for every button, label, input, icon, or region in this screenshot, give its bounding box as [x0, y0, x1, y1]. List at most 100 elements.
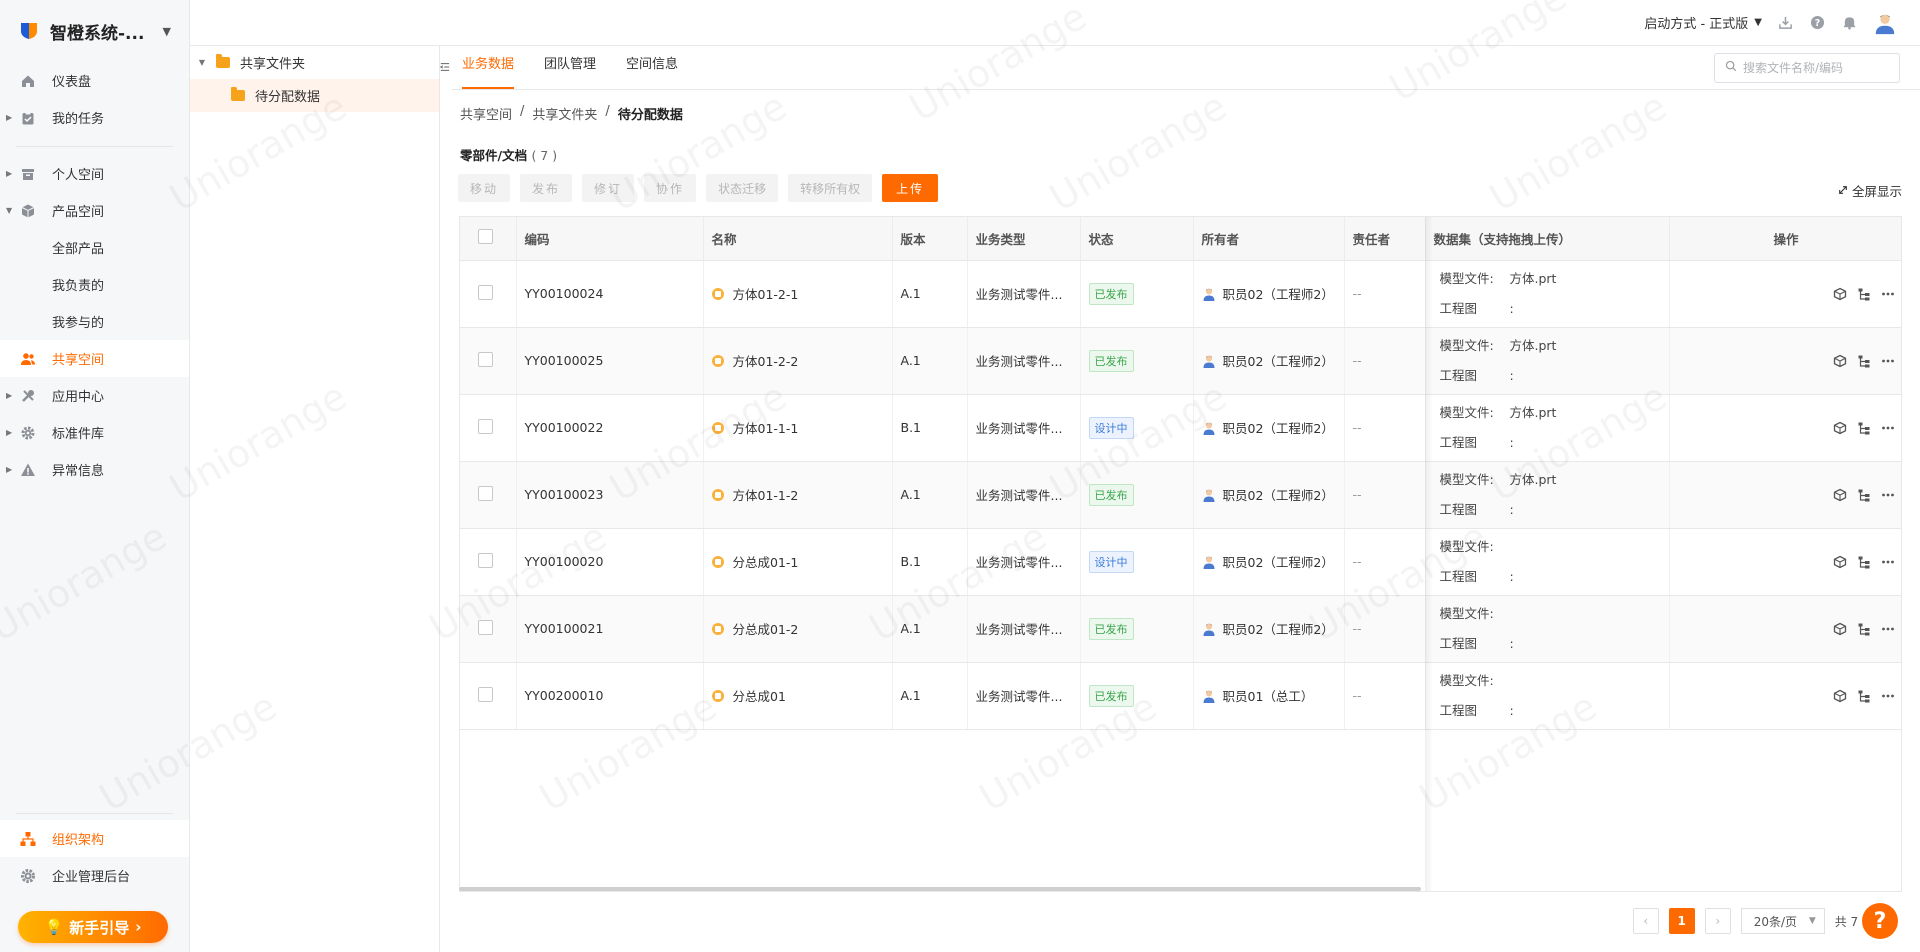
more-icon[interactable]: [1881, 622, 1895, 636]
more-icon[interactable]: [1881, 287, 1895, 301]
structure-tree-icon[interactable]: [1857, 555, 1871, 569]
nav-item-shared-space[interactable]: 共享空间: [0, 340, 189, 377]
part-name[interactable]: 分总成01: [733, 689, 786, 704]
table-row[interactable]: YY00100022 方体01-1-1 B.1 业务测试零件... 设计中 职员…: [460, 394, 1901, 462]
row-checkbox[interactable]: [478, 619, 493, 635]
nav-item-exceptions[interactable]: ▶ 异常信息: [0, 451, 189, 488]
part-name[interactable]: 方体01-2-1: [733, 287, 799, 302]
cell-name[interactable]: 分总成01-2: [703, 595, 893, 663]
cell-dataset[interactable]: 模型文件: 方体.prt 工程图:: [1425, 327, 1670, 395]
horizontal-scrollbar[interactable]: [459, 887, 1421, 891]
row-checkbox[interactable]: [478, 686, 493, 702]
cell-name[interactable]: 方体01-1-1: [703, 394, 893, 462]
nav-item-dashboard[interactable]: 仪表盘: [0, 62, 189, 99]
launch-mode-dropdown[interactable]: 启动方式 - 正式版 ▼: [1644, 13, 1762, 32]
caret-down-icon[interactable]: ▼: [163, 25, 171, 38]
cube-view-icon[interactable]: [1833, 287, 1847, 301]
beginner-guide-button[interactable]: 💡 新手引导 ›: [18, 911, 168, 943]
table-row[interactable]: YY00100023 方体01-1-2 A.1 业务测试零件... 已发布 职员…: [460, 461, 1901, 529]
column-header-type[interactable]: 业务类型: [967, 217, 1081, 261]
nav-item-standard-parts[interactable]: ▶ 标准件库: [0, 414, 189, 451]
cell-name[interactable]: 方体01-2-2: [703, 327, 893, 395]
cube-view-icon[interactable]: [1833, 488, 1847, 502]
help-icon[interactable]: ?: [1808, 14, 1826, 32]
row-checkbox[interactable]: [478, 485, 493, 501]
expand-arrow-icon[interactable]: ▶: [6, 428, 12, 437]
row-checkbox[interactable]: [478, 418, 493, 434]
help-float-button[interactable]: ?: [1862, 903, 1898, 939]
tree-node-shared-folder[interactable]: ▼ 共享文件夹: [190, 46, 439, 79]
cell-name[interactable]: 方体01-2-1: [703, 260, 893, 328]
tab-space-info[interactable]: 空间信息: [626, 45, 678, 89]
structure-tree-icon[interactable]: [1857, 488, 1871, 502]
expand-arrow-icon[interactable]: ▶: [6, 465, 12, 474]
column-header-code[interactable]: 编码: [516, 217, 704, 261]
brand-switcher[interactable]: 智橙系统-... ▼: [0, 0, 189, 62]
publish-button[interactable]: 发布: [520, 174, 573, 202]
structure-tree-icon[interactable]: [1857, 689, 1871, 703]
column-header-assignee[interactable]: 责任者: [1344, 217, 1426, 261]
more-icon[interactable]: [1881, 488, 1895, 502]
more-icon[interactable]: [1881, 555, 1895, 569]
nav-item-org-structure[interactable]: 组织架构: [0, 820, 189, 857]
nav-sub-all-products[interactable]: 全部产品: [0, 229, 189, 266]
cube-view-icon[interactable]: [1833, 421, 1847, 435]
cell-dataset[interactable]: 模型文件: 工程图:: [1425, 528, 1670, 596]
collapse-arrow-icon[interactable]: ▼: [6, 206, 12, 215]
nav-item-enterprise-admin[interactable]: 企业管理后台: [0, 857, 189, 894]
part-name[interactable]: 分总成01-1: [733, 555, 799, 570]
row-checkbox[interactable]: [478, 284, 493, 300]
expand-arrow-icon[interactable]: ▶: [6, 113, 12, 122]
table-row[interactable]: YY00100024 方体01-2-1 A.1 业务测试零件... 已发布 职员…: [460, 260, 1901, 328]
table-row[interactable]: YY00100021 分总成01-2 A.1 业务测试零件... 已发布 职员0…: [460, 595, 1901, 663]
structure-tree-icon[interactable]: [1857, 622, 1871, 636]
part-name[interactable]: 方体01-1-1: [733, 421, 799, 436]
breadcrumb-item-shared-space[interactable]: 共享空间: [460, 104, 512, 123]
state-transition-button[interactable]: 状态迁移: [706, 174, 779, 202]
column-header-name[interactable]: 名称: [703, 217, 893, 261]
upload-button[interactable]: 上传: [882, 174, 939, 202]
expand-arrow-icon[interactable]: ▶: [6, 169, 12, 178]
nav-item-product-space[interactable]: ▼ 产品空间: [0, 192, 189, 229]
nav-item-personal-space[interactable]: ▶ 个人空间: [0, 155, 189, 192]
model-file-name[interactable]: 方体.prt: [1510, 271, 1557, 286]
model-file-name[interactable]: 方体.prt: [1510, 405, 1557, 420]
transfer-ownership-button[interactable]: 转移所有权: [788, 174, 873, 202]
model-file-name[interactable]: 方体.prt: [1510, 472, 1557, 487]
next-page-button[interactable]: ›: [1704, 908, 1731, 934]
part-name[interactable]: 方体01-2-2: [733, 354, 799, 369]
user-avatar[interactable]: [1872, 10, 1898, 36]
collapse-arrow-icon[interactable]: ▼: [194, 58, 210, 67]
column-header-status[interactable]: 状态: [1080, 217, 1194, 261]
tree-node-pending-data[interactable]: 待分配数据: [190, 79, 439, 112]
prev-page-button[interactable]: ‹: [1632, 908, 1659, 934]
more-icon[interactable]: [1881, 421, 1895, 435]
cell-name[interactable]: 分总成01: [703, 662, 893, 730]
collaborate-button[interactable]: 协作: [644, 174, 697, 202]
select-all-checkbox[interactable]: [478, 229, 493, 245]
page-size-select[interactable]: 20条/页 ▼: [1740, 908, 1825, 934]
search-input[interactable]: [1743, 61, 1883, 75]
cube-view-icon[interactable]: [1833, 689, 1847, 703]
structure-tree-icon[interactable]: [1857, 287, 1871, 301]
bell-icon[interactable]: [1840, 14, 1858, 32]
column-header-version[interactable]: 版本: [892, 217, 968, 261]
cell-dataset[interactable]: 模型文件: 方体.prt 工程图:: [1425, 394, 1670, 462]
cell-dataset[interactable]: 模型文件: 工程图:: [1425, 595, 1670, 663]
row-checkbox[interactable]: [478, 552, 493, 568]
table-row[interactable]: YY00100025 方体01-2-2 A.1 业务测试零件... 已发布 职员…: [460, 327, 1901, 395]
nav-sub-my-participated[interactable]: 我参与的: [0, 303, 189, 340]
nav-item-app-center[interactable]: ▶ 应用中心: [0, 377, 189, 414]
revise-button[interactable]: 修订: [582, 174, 635, 202]
more-icon[interactable]: [1881, 689, 1895, 703]
cell-name[interactable]: 分总成01-1: [703, 528, 893, 596]
page-1-button[interactable]: 1: [1668, 908, 1695, 934]
cell-dataset[interactable]: 模型文件: 方体.prt 工程图:: [1425, 260, 1670, 328]
part-name[interactable]: 分总成01-2: [733, 622, 799, 637]
cell-dataset[interactable]: 模型文件: 工程图:: [1425, 662, 1670, 730]
download-icon[interactable]: [1776, 14, 1794, 32]
structure-tree-icon[interactable]: [1857, 354, 1871, 368]
cube-view-icon[interactable]: [1833, 555, 1847, 569]
breadcrumb-item-shared-folder[interactable]: 共享文件夹: [532, 104, 597, 123]
more-icon[interactable]: [1881, 354, 1895, 368]
